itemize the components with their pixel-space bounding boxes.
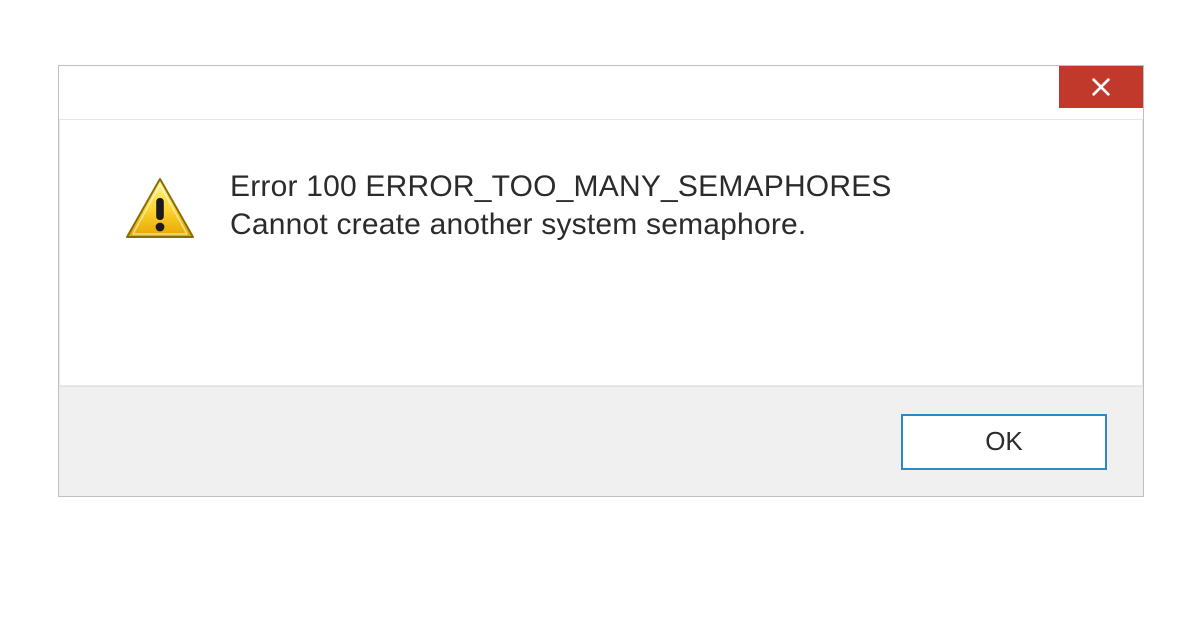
titlebar <box>59 66 1143 120</box>
error-dialog: Error 100 ERROR_TOO_MANY_SEMAPHORES Cann… <box>58 65 1144 497</box>
viewport: Error 100 ERROR_TOO_MANY_SEMAPHORES Cann… <box>0 0 1200 627</box>
dialog-footer: OK <box>59 386 1143 496</box>
ok-button[interactable]: OK <box>901 414 1107 470</box>
dialog-body: Error 100 ERROR_TOO_MANY_SEMAPHORES Cann… <box>59 120 1143 386</box>
warning-triangle-icon <box>124 176 196 242</box>
error-text: Error 100 ERROR_TOO_MANY_SEMAPHORES Cann… <box>230 168 1102 245</box>
close-button[interactable] <box>1059 66 1143 108</box>
error-title: Error 100 ERROR_TOO_MANY_SEMAPHORES <box>230 168 1102 206</box>
close-icon <box>1090 76 1112 98</box>
error-message: Cannot create another system semaphore. <box>230 206 1102 244</box>
